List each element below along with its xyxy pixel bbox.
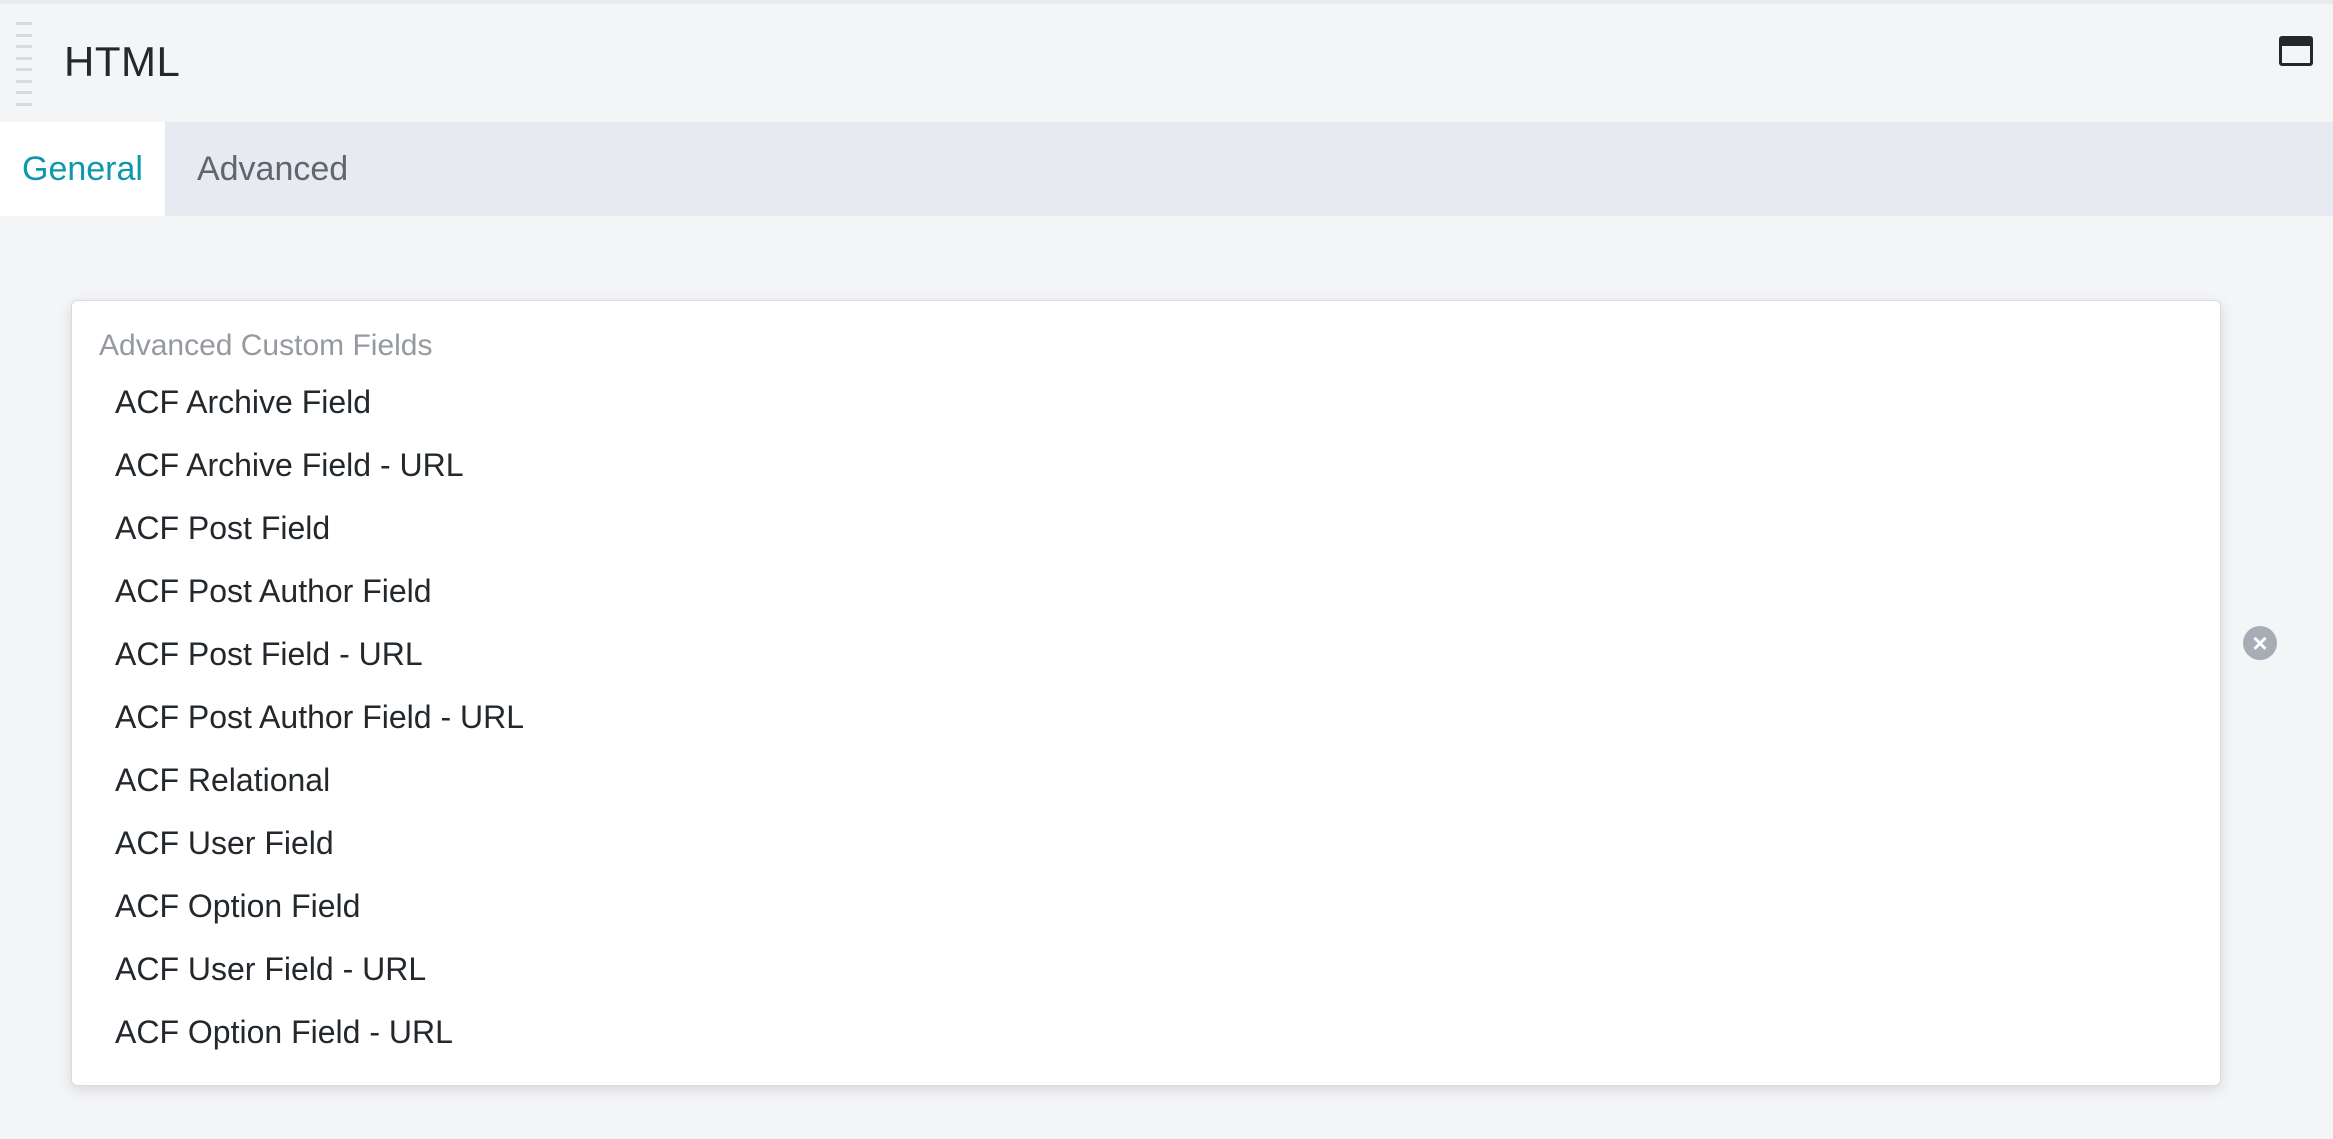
drag-handle[interactable]: [16, 22, 32, 106]
dropdown-option[interactable]: ACF Option Field - URL: [72, 1001, 2220, 1064]
dropdown-option[interactable]: ACF User Field: [72, 812, 2220, 875]
dropdown-group-label: Advanced Custom Fields: [99, 329, 433, 362]
window-maximize-icon[interactable]: [2279, 36, 2313, 66]
dropdown-option[interactable]: ACF Relational: [72, 749, 2220, 812]
dropdown-option[interactable]: ACF Option Field: [72, 875, 2220, 938]
dropdown-option[interactable]: ACF Post Field - URL: [72, 623, 2220, 686]
tab-advanced[interactable]: Advanced: [165, 122, 370, 216]
panel-header: HTML: [0, 4, 2333, 122]
dropdown-option[interactable]: ACF Archive Field - URL: [72, 434, 2220, 497]
dropdown-option[interactable]: ACF User Field - URL: [72, 938, 2220, 1001]
tab-general[interactable]: General: [0, 122, 165, 216]
dropdown-option[interactable]: ACF Post Field: [72, 497, 2220, 560]
dropdown-options: ACF Archive Field ACF Archive Field - UR…: [72, 371, 2220, 1064]
dropdown-option[interactable]: ACF Post Author Field - URL: [72, 686, 2220, 749]
field-select-dropdown: Advanced Custom Fields ACF Archive Field…: [71, 300, 2221, 1086]
dropdown-option[interactable]: ACF Archive Field: [72, 371, 2220, 434]
dropdown-option[interactable]: ACF Post Author Field: [72, 560, 2220, 623]
tab-bar: General Advanced: [0, 122, 2333, 216]
panel-title: HTML: [64, 38, 181, 85]
clear-x-icon[interactable]: ×: [2243, 626, 2277, 660]
